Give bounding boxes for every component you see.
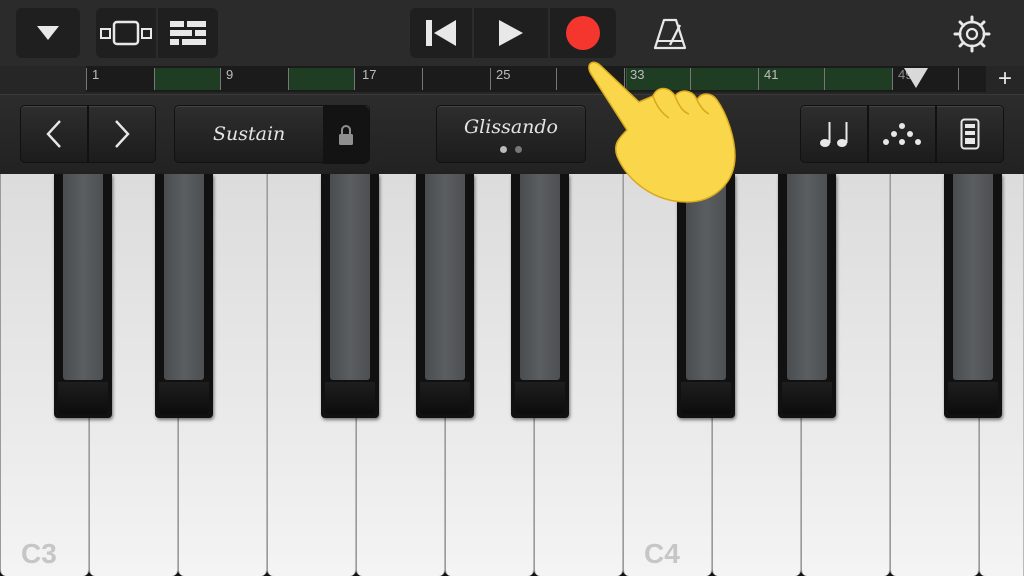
scale-button[interactable] xyxy=(868,105,936,163)
pointing-hand-icon xyxy=(588,61,736,203)
black-key[interactable] xyxy=(155,174,213,418)
black-key[interactable] xyxy=(511,174,569,418)
metronome-icon xyxy=(653,18,687,50)
sustain-label: Sustain xyxy=(213,123,286,145)
black-key[interactable] xyxy=(677,174,735,418)
octave-label-c4: C4 xyxy=(644,538,680,569)
bar-number: 9 xyxy=(226,67,234,82)
bar-number: 1 xyxy=(92,67,100,82)
octave-down-button[interactable] xyxy=(20,105,88,163)
black-key[interactable] xyxy=(416,174,474,418)
view-toggle-group xyxy=(96,8,218,58)
tracks-view-button[interactable] xyxy=(96,8,156,58)
keyboard-settings-icon xyxy=(960,118,980,150)
black-key[interactable] xyxy=(778,174,836,418)
piano-keyboard: C3 C4 xyxy=(0,174,1024,576)
metronome-button[interactable] xyxy=(648,12,692,56)
arpeggiator-button[interactable] xyxy=(800,105,868,163)
gear-icon xyxy=(953,15,991,53)
timeline-ruler[interactable]: 1 9 17 25 33 41 49 + xyxy=(0,66,1024,94)
bar-number: 25 xyxy=(496,67,511,82)
playhead-marker[interactable] xyxy=(904,68,928,88)
page-dots xyxy=(437,146,585,153)
mixer-icon xyxy=(170,21,206,45)
record-icon xyxy=(566,16,600,50)
bar-number: 17 xyxy=(362,67,377,82)
transport-bar xyxy=(0,0,1024,66)
record-button[interactable] xyxy=(550,8,616,58)
settings-button[interactable] xyxy=(950,12,994,56)
go-to-beginning-button[interactable] xyxy=(410,8,472,58)
play-icon xyxy=(499,20,523,46)
instrument-control-strip: Sustain Glissando xyxy=(0,94,1024,174)
transport-controls xyxy=(410,8,616,58)
sustain-lock-button[interactable] xyxy=(323,106,369,164)
mixer-button[interactable] xyxy=(158,8,218,58)
scale-dots-icon xyxy=(883,123,921,145)
keyboard-settings-button[interactable] xyxy=(936,105,1004,163)
glissando-button[interactable]: Glissando xyxy=(436,105,586,163)
glissando-label: Glissando xyxy=(464,116,558,138)
play-button[interactable] xyxy=(474,8,548,58)
add-section-button[interactable]: + xyxy=(998,66,1012,92)
bar-number: 41 xyxy=(764,67,779,82)
black-key[interactable] xyxy=(54,174,112,418)
chevron-right-icon xyxy=(115,120,130,148)
lock-icon xyxy=(339,125,353,145)
octave-up-button[interactable] xyxy=(88,105,156,163)
notes-icon xyxy=(820,122,848,147)
black-key[interactable] xyxy=(944,174,1002,418)
black-key[interactable] xyxy=(321,174,379,418)
recorded-region xyxy=(154,68,220,90)
triangle-down-icon xyxy=(37,26,59,40)
recorded-region xyxy=(288,68,354,90)
go-to-beginning-icon xyxy=(426,20,456,46)
chevron-left-icon xyxy=(46,120,61,148)
tracks-view-icon xyxy=(100,20,152,46)
sustain-button[interactable]: Sustain xyxy=(174,105,370,164)
octave-label-c3: C3 xyxy=(21,538,57,569)
browser-button[interactable] xyxy=(16,8,80,58)
ruler-track: 1 9 17 25 33 41 49 xyxy=(86,66,986,92)
